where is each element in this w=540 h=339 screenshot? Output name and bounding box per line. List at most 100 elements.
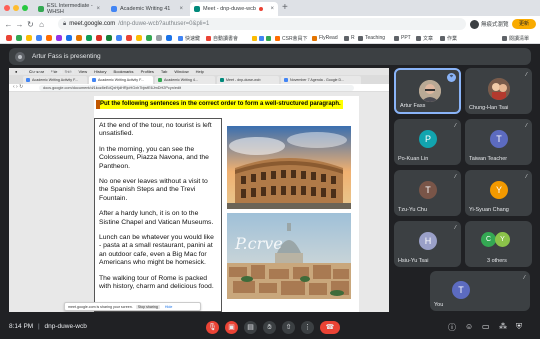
bookmark-icon[interactable] (96, 35, 102, 41)
bookmark-icon[interactable] (16, 35, 22, 41)
bookmark-icon[interactable] (146, 35, 152, 41)
bookmark-item[interactable]: 自動讀書會 (206, 34, 238, 42)
screen-share-notice: meet.google.com is sharing your screen. … (64, 302, 201, 311)
bookmark-item[interactable]: FlyRead (312, 34, 338, 42)
incognito-icon (470, 19, 479, 29)
participant-tile-artur-fass[interactable]: ⌖ Artur Fass (394, 68, 461, 114)
bookmark-icon[interactable] (86, 35, 92, 41)
bookmark-icon[interactable] (6, 35, 12, 41)
bookmark-icon[interactable] (66, 35, 72, 41)
present-screen-button[interactable]: ⇧ (282, 321, 295, 334)
bookmark-icon[interactable] (136, 35, 142, 41)
participant-tile-yi-syuan-chang[interactable]: Y ⁄ Yi-Syuan Chang (465, 170, 532, 216)
close-tab-icon[interactable]: × (179, 6, 183, 12)
maximize-window-icon[interactable] (22, 5, 28, 11)
bookmark-icon[interactable] (46, 35, 52, 41)
pin-icon[interactable]: ⌖ (447, 73, 456, 82)
bookmark-item[interactable]: PPT (394, 34, 411, 42)
host-controls-icon[interactable]: ⛨ (516, 322, 522, 332)
bookmark-item[interactable]: 文章 (416, 34, 433, 42)
chat-icon[interactable]: ▭ (482, 322, 490, 331)
raise-hand-button[interactable]: ✋︎ (263, 321, 276, 334)
incognito-profile[interactable]: 無痕式瀏覽 (470, 19, 509, 29)
shared-screen[interactable]: ● Chrome File Edit View History Bookmark… (9, 68, 389, 312)
meeting-info: 8:14 PM | dnp-duwe-wcb (9, 323, 87, 330)
meeting-code: dnp-duwe-wcb (44, 323, 87, 330)
avatar: P (419, 130, 437, 148)
update-button[interactable]: 更新 (512, 19, 536, 29)
participant-name: Artur Fass (400, 103, 426, 109)
browser-tab-meet[interactable]: Meet - dnp-duwe-wcb × (190, 2, 278, 16)
mic-off-button[interactable]: 🎙︎ (206, 321, 219, 334)
participant-tile-tzu-yu-chu[interactable]: T ⁄ Tzu-Yu Chu (394, 170, 461, 216)
bookmark-item[interactable]: CSR會員下 (275, 34, 308, 42)
participant-tile-taiwan-teacher[interactable]: T ⁄ Taiwan Teacher (465, 119, 532, 165)
home-icon[interactable]: ⌂ (36, 20, 47, 29)
participant-tile-hsiu-yu-tsai[interactable]: H ⁄ Hsiu-Yu Tsai (394, 221, 461, 267)
meeting-details-icon[interactable]: ⓘ (448, 322, 456, 333)
bookmark-icon[interactable] (126, 35, 132, 41)
bookmark-icon[interactable] (106, 35, 112, 41)
participant-name: 3 others (487, 258, 507, 264)
bookmark-icon[interactable] (56, 35, 62, 41)
forward-icon[interactable]: → (14, 20, 25, 29)
captions-button[interactable]: ▤ (244, 321, 257, 334)
participant-tile-chung-han-tsai[interactable]: ⁄ Chung-Han Tsai (465, 68, 532, 114)
bookmark-item[interactable]: 作業 (440, 34, 457, 42)
bookmark-item[interactable]: R (344, 34, 355, 42)
close-window-icon[interactable] (4, 5, 10, 11)
new-tab-button[interactable]: + (282, 2, 288, 14)
bookmark-item[interactable]: 快速鍵 (178, 34, 200, 42)
avatar: T (419, 181, 437, 199)
bookmark-item[interactable]: Teaching (358, 34, 385, 42)
meeting-controls-bar: 8:14 PM | dnp-duwe-wcb 🎙︎ ▣ ▤ ✋︎ ⇧ ⋮ ☎︎ … (0, 316, 540, 339)
address-bar[interactable]: 🔒︎ meet.google.com /dnp-duwe-wcb?authuse… (58, 18, 466, 30)
bookmark-item[interactable] (252, 34, 271, 42)
folder-icon (344, 35, 349, 41)
participant-name: Yi-Syuan Chang (469, 207, 509, 213)
participant-tile-others[interactable]: C Y 3 others (465, 221, 532, 267)
bookmarks-bar: 快速鍵 自動讀書會 CSR會員下 FlyRead R Teaching PPT … (0, 32, 540, 44)
bookmark-icon[interactable] (156, 35, 162, 41)
lock-icon[interactable]: 🔒︎ (63, 21, 66, 28)
bookmark-icon[interactable] (76, 35, 82, 41)
mic-off-icon: ⁄ (526, 72, 527, 78)
rome-image: P.crve (227, 213, 351, 299)
bookmark-icon[interactable] (166, 35, 172, 41)
bookmark-icon[interactable] (116, 35, 122, 41)
stop-sharing-button[interactable]: Stop sharing (135, 304, 160, 309)
more-options-button[interactable]: ⋮ (301, 321, 314, 334)
shared-tab-label: Academic Writing Activity F... (32, 78, 78, 82)
bookmark-label: CSR會員下 (282, 35, 308, 42)
camera-off-button[interactable]: ▣ (225, 321, 238, 334)
bookmark-favicon-icon (252, 35, 257, 41)
hide-button[interactable]: Hide (163, 305, 174, 309)
browser-tab-esl[interactable]: ESL Intermediate - WHSH × (34, 2, 104, 16)
avatar: Y (490, 181, 508, 199)
presenting-banner: Artur Fass is presenting (9, 48, 531, 65)
browser-tab-academic[interactable]: Academic Writing 41 × (107, 2, 187, 16)
folder-icon (358, 35, 363, 41)
shared-tab-label: November 7 Agenda - Google D... (290, 78, 345, 82)
leave-call-button[interactable]: ☎︎ (320, 321, 340, 334)
browser-toolbar: ← → ↻ ⌂ 🔒︎ meet.google.com /dnp-duwe-wcb… (0, 16, 540, 32)
people-icon[interactable]: ☺ (465, 322, 473, 331)
bookmark-label: 自動讀書會 (213, 35, 239, 42)
close-tab-icon[interactable]: × (96, 6, 100, 12)
minimize-window-icon[interactable] (13, 5, 19, 11)
self-view-tile[interactable]: T ⁄ You (430, 271, 530, 311)
reload-icon[interactable]: ↻ (25, 20, 36, 29)
bookmark-favicon-icon (312, 35, 317, 41)
participant-tile-po-kuan-lin[interactable]: P ⁄ Po-Kuan Lin (394, 119, 461, 165)
participant-name: Po-Kuan Lin (398, 156, 429, 162)
person-photo-icon (488, 78, 510, 100)
classroom-icon (158, 78, 162, 82)
activities-icon[interactable]: ⁂ (499, 322, 507, 331)
profile-label: 無痕式瀏覽 (481, 22, 509, 28)
bookmark-icon[interactable] (36, 35, 42, 41)
back-icon[interactable]: ← (3, 20, 14, 29)
avatar: Y (495, 232, 510, 247)
close-tab-icon[interactable]: × (270, 6, 274, 12)
bookmark-icon[interactable] (26, 35, 32, 41)
reading-list[interactable]: 閱讀清單 (502, 34, 529, 42)
